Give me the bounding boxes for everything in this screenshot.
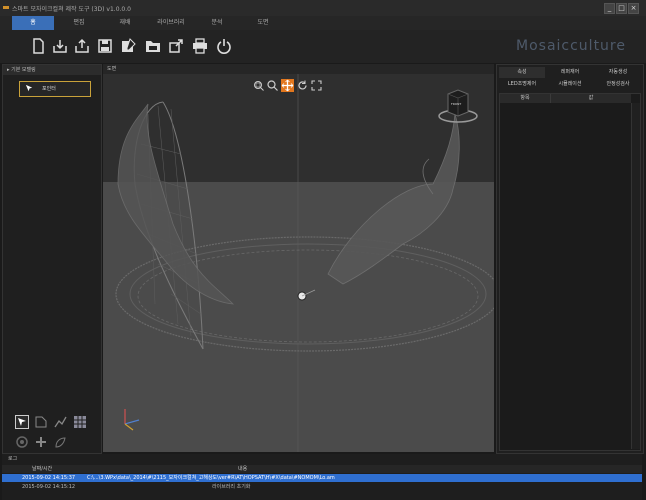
menu-drawing[interactable]: 도면 (242, 16, 284, 30)
tab-properties[interactable]: 속성 (499, 67, 545, 78)
right-panel: 속성 레퍼재어 자동생성 LED조명제어 시뮬레이션 안정성검사 항목 값 (496, 64, 644, 454)
save-as-icon[interactable] (120, 38, 136, 54)
pan-icon[interactable] (281, 79, 294, 92)
window-title: 스마트 모자이크컬쳐 제작 도구 (3D) v1.0.0.0 (12, 6, 131, 13)
menu-home[interactable]: 홈 (12, 16, 54, 30)
brand-logo: Mosaicculture (516, 38, 626, 54)
open-icon[interactable] (52, 38, 68, 54)
column-item: 항목 (500, 94, 551, 103)
minimize-button[interactable]: _ (604, 3, 615, 14)
scene-canvas[interactable] (103, 74, 494, 452)
log-row[interactable]: 2015-09-02 14:15:37 C:\...\3.WPx\data\_2… (2, 474, 642, 482)
export-icon[interactable] (168, 38, 184, 54)
left-panel-title: 기본 모델링 (11, 67, 36, 73)
zoom-icon[interactable] (267, 80, 278, 91)
rotate-icon[interactable] (297, 80, 308, 91)
maximize-button[interactable]: □ (616, 3, 627, 14)
plus-icon[interactable] (34, 435, 48, 449)
log-column-time: 날짜/시간 (32, 466, 53, 472)
log-panel: 로그 날짜/시간 내용 2015-09-02 14:15:37 C:\...\3… (2, 454, 642, 500)
fit-icon[interactable] (311, 80, 322, 91)
navigation-cube[interactable]: FRONT (437, 88, 479, 128)
log-row-time: 2015-09-02 14:15:37 (22, 475, 76, 481)
menu-analysis[interactable]: 분석 (196, 16, 238, 30)
grid-scrollbar[interactable] (631, 103, 640, 449)
log-column-content: 내용 (238, 466, 248, 472)
log-title: 로그 (8, 456, 18, 462)
column-value: 값 (551, 94, 631, 103)
chart-icon[interactable] (53, 415, 67, 429)
flower-icon[interactable] (15, 435, 29, 449)
leaf-icon[interactable] (53, 435, 67, 449)
print-icon[interactable] (192, 38, 208, 54)
log-row-content: C:\...\3.WPx\data\_2014\#\2115_모자이크컬쳐_고해… (87, 475, 335, 481)
title-bar: 스마트 모자이크컬쳐 제작 도구 (3D) v1.0.0.0 _ □ × (0, 0, 646, 17)
tab-led-lighting[interactable]: LED조명제어 (499, 79, 545, 90)
close-button[interactable]: × (628, 3, 639, 14)
left-panel-header: ▸ 기본 모델링 (3, 65, 101, 75)
nav-cube-label: FRONT (451, 102, 462, 106)
pointer-icon (25, 84, 33, 92)
menu-library[interactable]: 라이브러리 (150, 16, 192, 30)
grid-icon[interactable] (73, 415, 87, 429)
folder-icon[interactable] (145, 38, 161, 54)
save-icon[interactable] (97, 38, 113, 54)
tab-stability-check[interactable]: 안정성검사 (595, 79, 641, 90)
power-icon[interactable] (216, 38, 232, 54)
select-icon[interactable] (15, 415, 29, 429)
menu-edit[interactable]: 편집 (58, 16, 100, 30)
app-icon (3, 6, 9, 9)
log-row-content: 라이브러리 초기화 (212, 484, 251, 490)
tab-layer-control[interactable]: 레퍼재어 (547, 67, 593, 78)
property-grid: 항목 값 (499, 93, 641, 451)
menu-cultivation[interactable]: 재배 (104, 16, 146, 30)
log-row-time: 2015-09-02 14:15:12 (22, 484, 76, 490)
nav-cube-graphic (438, 89, 478, 123)
shape-icon[interactable] (34, 415, 48, 429)
log-header: 날짜/시간 내용 (2, 465, 642, 473)
pointer-label: 포인터 (42, 86, 56, 92)
tab-auto-generate[interactable]: 자동생성 (595, 67, 641, 78)
tab-simulation[interactable]: 시뮬레이션 (547, 79, 593, 90)
viewport-3d[interactable]: 도면 FRONT (103, 64, 494, 452)
viewport-header: 도면 (103, 64, 494, 74)
zoom-region-icon[interactable] (253, 80, 264, 91)
menu-bar: 홈 편집 재배 라이브러리 분석 도면 (0, 16, 646, 30)
log-row[interactable]: 2015-09-02 14:15:12 라이브러리 초기화 (2, 483, 642, 491)
new-file-icon[interactable] (30, 38, 46, 54)
import-icon[interactable] (74, 38, 90, 54)
pointer-tool-button[interactable]: 포인터 (19, 81, 91, 97)
left-panel: ▸ 기본 모델링 포인터 (2, 64, 102, 454)
